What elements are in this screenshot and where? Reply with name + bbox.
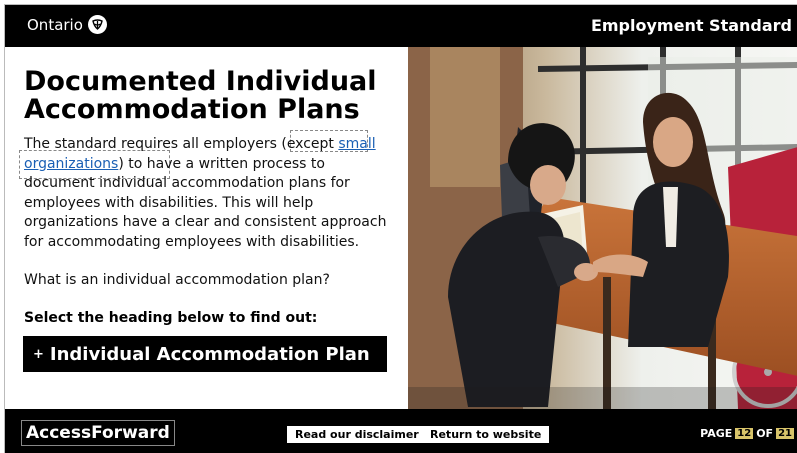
page-of-label: OF (756, 427, 774, 440)
ontario-logo: Ontario (27, 15, 107, 34)
question-text: What is an individual accommodation plan… (24, 272, 330, 288)
course-title: Employment Standard (590, 16, 792, 35)
brand-text: Ontario (27, 15, 83, 34)
accessforward-logo[interactable]: AccessForward (21, 420, 175, 446)
instruction-text: Select the heading below to find out: (24, 310, 318, 326)
accordion-label: Individual Accommodation Plan (49, 343, 370, 365)
accordion-individual-accommodation-plan[interactable]: + Individual Accommodation Plan (23, 336, 387, 372)
page-indicator: PAGE 12 OF 21 (700, 427, 794, 440)
content-panel: Documented Individual Accommodation Plan… (5, 47, 408, 409)
trillium-icon (87, 15, 107, 34)
total-page-number: 21 (776, 428, 794, 439)
intro-text: The standard requires all employers (exc… (24, 136, 339, 152)
page-label: PAGE (700, 427, 733, 440)
disclaimer-button[interactable]: Read our disclaimer (287, 426, 427, 443)
intro-paragraph: The standard requires all employers (exc… (24, 135, 398, 252)
office-meeting-photo (408, 47, 797, 409)
current-page-number: 12 (735, 428, 754, 439)
plus-icon: + (33, 346, 44, 362)
slide-frame: Ontario Employment Standard Documented I… (4, 4, 797, 453)
return-to-website-button[interactable]: Return to website (422, 426, 550, 443)
top-bar: Ontario Employment Standard (5, 5, 797, 47)
bottom-bar: AccessForward Read our disclaimer Return… (5, 409, 797, 453)
page-title: Documented Individual Accommodation Plan… (24, 66, 377, 125)
